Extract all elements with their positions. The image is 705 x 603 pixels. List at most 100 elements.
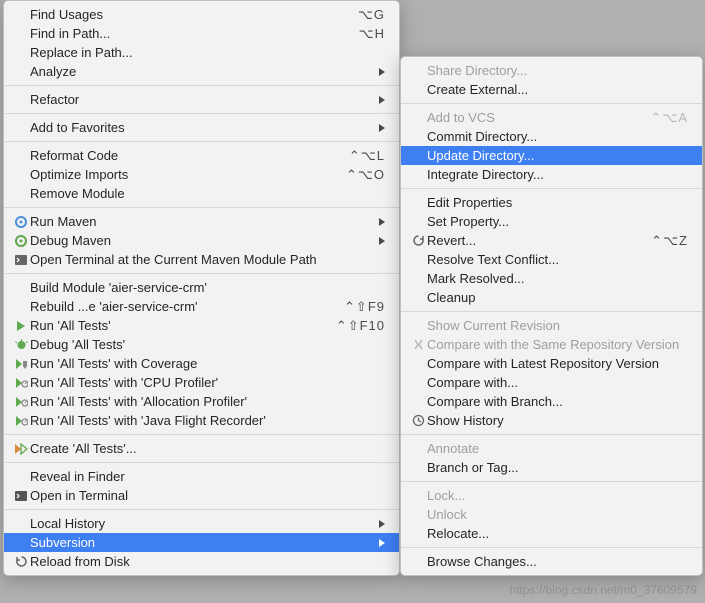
menu-item-run-all-tests-with-java-flight-recorder[interactable]: Run 'All Tests' with 'Java Flight Record…: [4, 411, 399, 430]
submenu-arrow-icon: [379, 237, 385, 245]
menu-item-label: Create 'All Tests'...: [30, 441, 385, 456]
menu-item-shortcut: ⌃⇧F10: [326, 318, 385, 334]
submenu-arrow-icon: [379, 68, 385, 76]
menu-item-open-in-terminal[interactable]: Open in Terminal: [4, 486, 399, 505]
menu-item-refactor[interactable]: Refactor: [4, 90, 399, 109]
menu-item-shortcut: ⌥H: [349, 26, 385, 42]
menu-separator: [401, 481, 702, 482]
menu-item-compare-with-branch[interactable]: Compare with Branch...: [401, 392, 702, 411]
menu-item-compare-with-latest-repository-version[interactable]: Compare with Latest Repository Version: [401, 354, 702, 373]
menu-item-label: Reload from Disk: [30, 554, 385, 569]
menu-item-label: Relocate...: [427, 526, 688, 541]
menu-item-branch-or-tag[interactable]: Branch or Tag...: [401, 458, 702, 477]
menu-item-label: Add to Favorites: [30, 120, 371, 135]
menu-item-optimize-imports[interactable]: Optimize Imports⌃⌥O: [4, 165, 399, 184]
menu-item-label: Debug 'All Tests': [30, 337, 385, 352]
menu-item-compare-with-the-same-repository-version: Compare with the Same Repository Version: [401, 335, 702, 354]
menu-item-shortcut: ⌥G: [348, 7, 385, 23]
menu-item-label: Run 'All Tests' with 'CPU Profiler': [30, 375, 385, 390]
menu-item-debug-maven[interactable]: Debug Maven: [4, 231, 399, 250]
menu-item-label: Open Terminal at the Current Maven Modul…: [30, 252, 385, 267]
menu-item-label: Annotate: [427, 441, 688, 456]
menu-item-show-history[interactable]: Show History: [401, 411, 702, 430]
menu-item-label: Run 'All Tests' with 'Java Flight Record…: [30, 413, 385, 428]
terminal-icon: [12, 253, 30, 267]
menu-item-remove-module[interactable]: Remove Module: [4, 184, 399, 203]
menu-item-label: Reformat Code: [30, 148, 339, 163]
context-menu-main: Find Usages⌥GFind in Path...⌥HReplace in…: [3, 0, 400, 576]
menu-item-reformat-code[interactable]: Reformat Code⌃⌥L: [4, 146, 399, 165]
menu-item-shortcut: ⌃⌥L: [339, 148, 385, 164]
submenu-arrow-icon: [379, 520, 385, 528]
menu-item-commit-directory[interactable]: Commit Directory...: [401, 127, 702, 146]
menu-item-label: Find Usages: [30, 7, 348, 22]
menu-item-label: Show Current Revision: [427, 318, 688, 333]
menu-item-debug-all-tests[interactable]: Debug 'All Tests': [4, 335, 399, 354]
menu-item-integrate-directory[interactable]: Integrate Directory...: [401, 165, 702, 184]
menu-item-set-property[interactable]: Set Property...: [401, 212, 702, 231]
menu-item-label: Run 'All Tests' with 'Allocation Profile…: [30, 394, 385, 409]
menu-item-update-directory[interactable]: Update Directory...: [401, 146, 702, 165]
menu-item-label: Revert...: [427, 233, 641, 248]
menu-item-lock: Lock...: [401, 486, 702, 505]
menu-item-shortcut: ⌃⌥A: [640, 110, 688, 126]
submenu-arrow-icon: [379, 124, 385, 132]
clock-icon: [409, 414, 427, 427]
menu-item-run-maven[interactable]: Run Maven: [4, 212, 399, 231]
menu-item-label: Find in Path...: [30, 26, 349, 41]
menu-separator: [4, 85, 399, 86]
menu-item-create-all-tests[interactable]: Create 'All Tests'...: [4, 439, 399, 458]
menu-separator: [4, 141, 399, 142]
menu-separator: [401, 188, 702, 189]
menu-separator: [401, 311, 702, 312]
menu-item-analyze[interactable]: Analyze: [4, 62, 399, 81]
play-outline-icon: [12, 443, 30, 455]
menu-item-relocate[interactable]: Relocate...: [401, 524, 702, 543]
menu-separator: [4, 273, 399, 274]
menu-item-add-to-favorites[interactable]: Add to Favorites: [4, 118, 399, 137]
menu-item-local-history[interactable]: Local History: [4, 514, 399, 533]
menu-item-label: Analyze: [30, 64, 371, 79]
play-icon: [12, 320, 30, 332]
menu-item-subversion[interactable]: Subversion: [4, 533, 399, 552]
menu-item-add-to-vcs: Add to VCS⌃⌥A: [401, 108, 702, 127]
play-shield-icon: [12, 358, 30, 370]
menu-item-run-all-tests-with-cpu-profiler[interactable]: Run 'All Tests' with 'CPU Profiler': [4, 373, 399, 392]
menu-item-browse-changes[interactable]: Browse Changes...: [401, 552, 702, 571]
menu-item-build-module-aier-service-crm[interactable]: Build Module 'aier-service-crm': [4, 278, 399, 297]
menu-separator: [401, 434, 702, 435]
menu-item-label: Set Property...: [427, 214, 688, 229]
menu-item-label: Integrate Directory...: [427, 167, 688, 182]
menu-item-label: Create External...: [427, 82, 688, 97]
menu-item-replace-in-path[interactable]: Replace in Path...: [4, 43, 399, 62]
menu-item-mark-resolved[interactable]: Mark Resolved...: [401, 269, 702, 288]
menu-item-revert[interactable]: Revert...⌃⌥Z: [401, 231, 702, 250]
menu-item-label: Edit Properties: [427, 195, 688, 210]
menu-item-label: Compare with the Same Repository Version: [427, 337, 688, 352]
play-meter-icon: [12, 415, 30, 427]
menu-item-rebuild-e-aier-service-crm[interactable]: Rebuild ...e 'aier-service-crm'⌃⇧F9: [4, 297, 399, 316]
menu-item-resolve-text-conflict[interactable]: Resolve Text Conflict...: [401, 250, 702, 269]
gear-blue-icon: [12, 215, 30, 229]
menu-item-reload-from-disk[interactable]: Reload from Disk: [4, 552, 399, 571]
menu-item-find-in-path[interactable]: Find in Path...⌥H: [4, 24, 399, 43]
menu-item-run-all-tests[interactable]: Run 'All Tests'⌃⇧F10: [4, 316, 399, 335]
menu-item-cleanup[interactable]: Cleanup: [401, 288, 702, 307]
menu-item-find-usages[interactable]: Find Usages⌥G: [4, 5, 399, 24]
play-meter-icon: [12, 396, 30, 408]
menu-item-unlock: Unlock: [401, 505, 702, 524]
menu-item-label: Build Module 'aier-service-crm': [30, 280, 385, 295]
menu-item-open-terminal-at-the-current-maven-module-path[interactable]: Open Terminal at the Current Maven Modul…: [4, 250, 399, 269]
menu-item-run-all-tests-with-allocation-profiler[interactable]: Run 'All Tests' with 'Allocation Profile…: [4, 392, 399, 411]
menu-item-run-all-tests-with-coverage[interactable]: Run 'All Tests' with Coverage: [4, 354, 399, 373]
menu-item-label: Branch or Tag...: [427, 460, 688, 475]
menu-item-create-external[interactable]: Create External...: [401, 80, 702, 99]
menu-item-label: Local History: [30, 516, 371, 531]
menu-item-share-directory: Share Directory...: [401, 61, 702, 80]
menu-item-label: Compare with Latest Repository Version: [427, 356, 688, 371]
play-meter-icon: [12, 377, 30, 389]
menu-item-edit-properties[interactable]: Edit Properties: [401, 193, 702, 212]
menu-item-compare-with[interactable]: Compare with...: [401, 373, 702, 392]
bug-icon: [12, 338, 30, 351]
menu-item-reveal-in-finder[interactable]: Reveal in Finder: [4, 467, 399, 486]
